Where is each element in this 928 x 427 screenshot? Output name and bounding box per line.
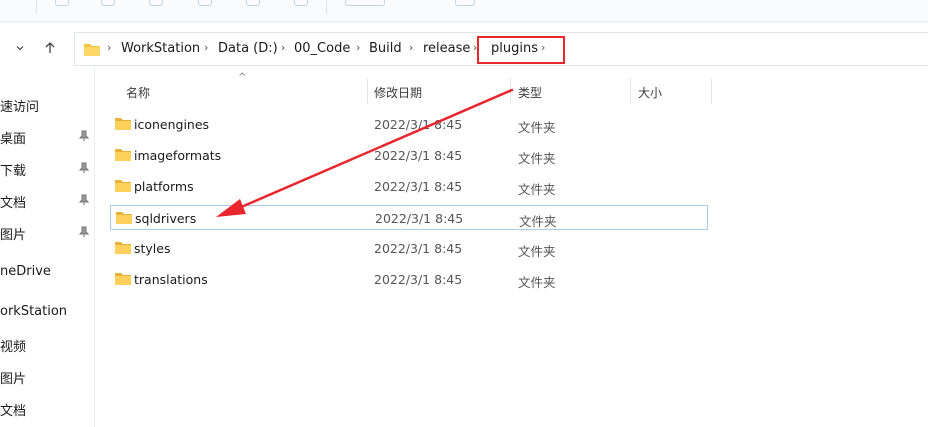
- share-icon[interactable]: [246, 0, 260, 6]
- file-date: 2022/3/1 8:45: [374, 241, 463, 256]
- paste-icon[interactable]: [149, 0, 163, 6]
- file-type: 文件夹: [518, 151, 556, 166]
- breadcrumb-separator: ›: [356, 41, 361, 54]
- column-resize-handle[interactable]: [630, 78, 631, 104]
- folder-icon: [115, 118, 131, 130]
- file-date: 2022/3/1 8:45: [374, 179, 463, 194]
- folder-icon: [115, 180, 131, 192]
- rename-icon[interactable]: [198, 0, 212, 6]
- file-type: 文件夹: [518, 244, 556, 259]
- pin-icon: [79, 130, 89, 141]
- file-row-platforms[interactable]: platforms 2022/3/1 8:45 文件夹: [110, 174, 708, 199]
- sidebar-item-downloads[interactable]: 下载: [0, 160, 26, 179]
- view-icon[interactable]: [455, 0, 475, 6]
- cut-icon[interactable]: [55, 0, 69, 6]
- column-header-size[interactable]: 大小: [638, 84, 662, 101]
- breadcrumb-separator: ›: [281, 41, 286, 54]
- column-resize-handle[interactable]: [367, 78, 368, 104]
- toolbar-separator: [36, 0, 37, 14]
- breadcrumb-release[interactable]: release: [423, 41, 470, 56]
- breadcrumb-workstation[interactable]: WorkStation: [121, 41, 200, 56]
- column-header-date[interactable]: 修改日期: [374, 84, 422, 101]
- chevron-down-icon[interactable]: [10, 38, 30, 58]
- file-date: 2022/3/1 8:45: [374, 117, 463, 132]
- delete-icon[interactable]: [294, 0, 308, 6]
- sidebar-item-videos[interactable]: 视频: [0, 336, 26, 355]
- sidebar-item-quick-access[interactable]: 速访问: [0, 96, 39, 115]
- sort-ascending-icon: ^: [238, 72, 247, 83]
- command-bar: [0, 0, 928, 22]
- sidebar-item-desktop[interactable]: 桌面: [0, 128, 26, 147]
- pin-icon: [79, 226, 89, 237]
- annotation-highlight-box: [477, 36, 565, 64]
- folder-icon: [115, 273, 131, 285]
- breadcrumb-code[interactable]: 00_Code: [294, 41, 350, 56]
- column-header-name[interactable]: 名称: [126, 84, 150, 101]
- sidebar-item-pictures[interactable]: 图片: [0, 224, 26, 243]
- sidebar-item-documents[interactable]: 文档: [0, 192, 26, 211]
- breadcrumb-data-drive[interactable]: Data (D:): [218, 41, 278, 56]
- breadcrumb-separator: ›: [107, 41, 112, 54]
- breadcrumb-build[interactable]: Build: [369, 41, 402, 56]
- file-type: 文件夹: [519, 214, 557, 229]
- folder-icon: [115, 242, 131, 254]
- column-resize-handle[interactable]: [711, 78, 712, 104]
- file-date: 2022/3/1 8:45: [375, 211, 464, 226]
- file-name: sqldrivers: [135, 211, 197, 226]
- file-type: 文件夹: [518, 275, 556, 290]
- column-header-type[interactable]: 类型: [518, 84, 542, 101]
- file-name: platforms: [134, 179, 194, 194]
- pane-divider[interactable]: [94, 66, 95, 427]
- file-name: translations: [134, 272, 208, 287]
- file-name: imageformats: [134, 148, 222, 163]
- breadcrumb-separator: ›: [409, 41, 414, 54]
- folder-icon: [115, 149, 131, 161]
- file-type: 文件夹: [518, 120, 556, 135]
- copy-icon[interactable]: [101, 0, 115, 6]
- file-name: iconengines: [134, 117, 210, 132]
- file-row-imageformats[interactable]: imageformats 2022/3/1 8:45 文件夹: [110, 143, 708, 168]
- sort-icon[interactable]: [345, 0, 385, 6]
- sidebar-item-documents-2[interactable]: 文档: [0, 400, 26, 419]
- file-row-sqldrivers[interactable]: sqldrivers 2022/3/1 8:45 文件夹: [110, 205, 708, 230]
- file-name: styles: [134, 241, 171, 256]
- column-resize-handle[interactable]: [510, 78, 511, 104]
- file-date: 2022/3/1 8:45: [374, 272, 463, 287]
- breadcrumb-separator: ›: [204, 41, 209, 54]
- navigation-pane: 速访问 桌面 下载 文档 图片 neDrive orkStation 视频 图片…: [0, 66, 94, 427]
- file-row-iconengines[interactable]: iconengines 2022/3/1 8:45 文件夹: [110, 112, 708, 137]
- up-arrow-icon[interactable]: [40, 38, 60, 58]
- file-row-translations[interactable]: translations 2022/3/1 8:45 文件夹: [110, 267, 708, 292]
- pin-icon: [79, 162, 89, 173]
- pin-icon: [79, 194, 89, 205]
- file-row-styles[interactable]: styles 2022/3/1 8:45 文件夹: [110, 236, 708, 261]
- folder-icon: [84, 44, 100, 56]
- toolbar-separator: [326, 0, 327, 14]
- sidebar-item-workstation[interactable]: orkStation: [0, 304, 67, 319]
- file-type: 文件夹: [518, 182, 556, 197]
- folder-icon: [116, 212, 132, 224]
- file-date: 2022/3/1 8:45: [374, 148, 463, 163]
- sidebar-item-pictures-2[interactable]: 图片: [0, 368, 26, 387]
- sidebar-item-onedrive[interactable]: neDrive: [0, 264, 51, 279]
